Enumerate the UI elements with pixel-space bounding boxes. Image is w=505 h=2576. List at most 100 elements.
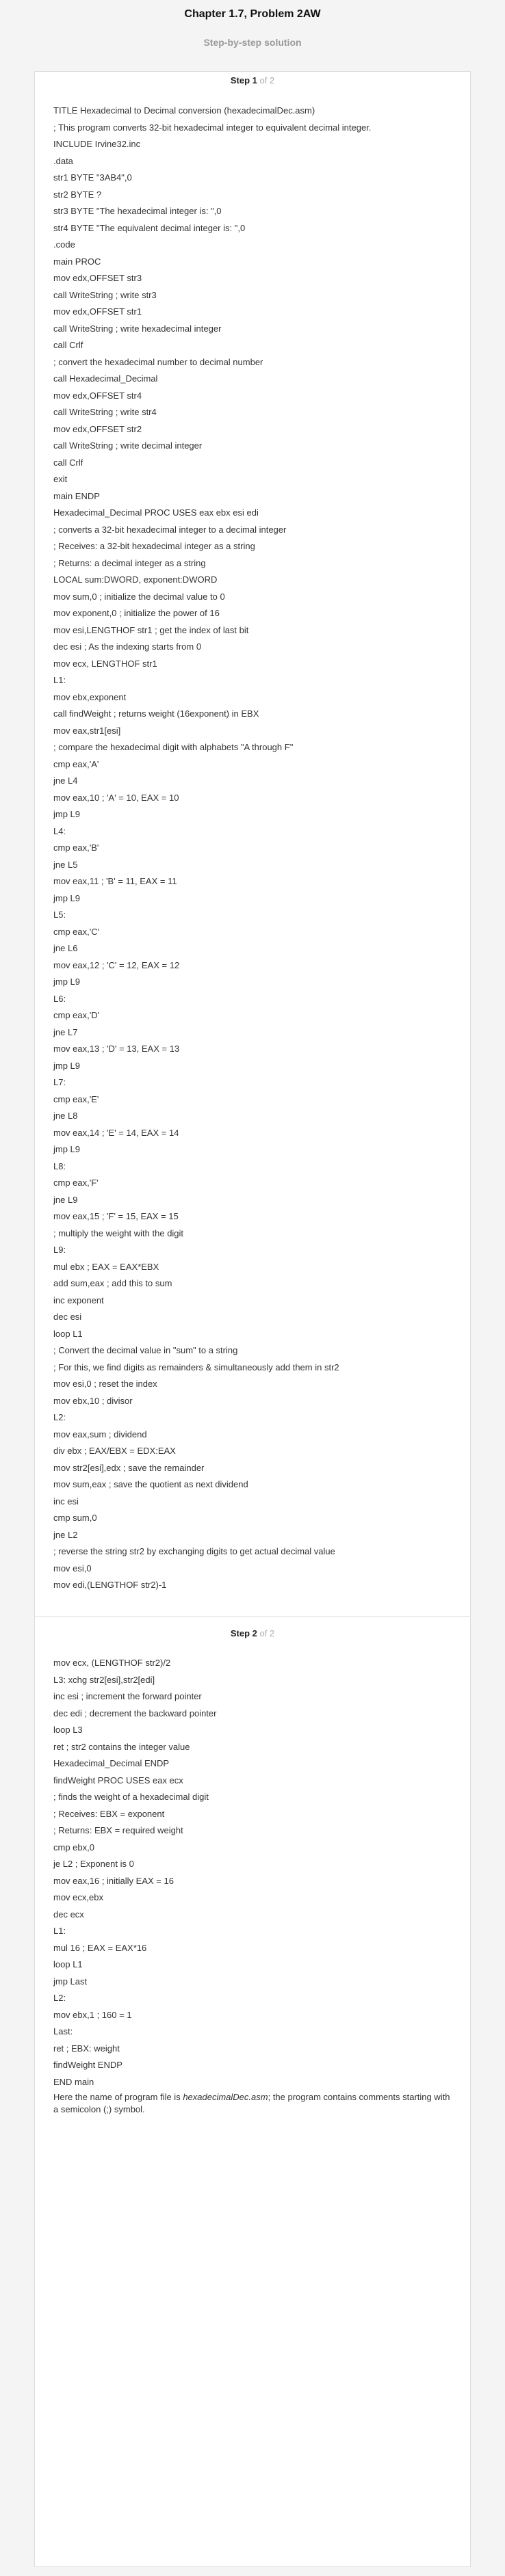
code-line: str4 BYTE "The equivalent decimal intege… <box>53 222 246 233</box>
code-line: jmp L9 <box>53 977 81 987</box>
code-line: mov edi,(LENGTHOF str2)-1 <box>53 1580 167 1590</box>
code-line: call WriteString ; write str3 <box>53 289 157 300</box>
code-line: mov eax,11 ; 'B' = 11, EAX = 11 <box>53 876 177 886</box>
code-line: str2 BYTE ? <box>53 189 102 200</box>
code-line: mov eax,sum ; dividend <box>53 1429 147 1439</box>
step-header: Step 1 of 2 <box>35 75 470 86</box>
step-label: Step 2 <box>230 1628 257 1638</box>
code-line: L2: <box>53 1993 66 2003</box>
code-line: ; converts a 32-bit hexadecimal integer … <box>53 524 287 535</box>
code-line: mov sum,0 ; initialize the decimal value… <box>53 591 225 602</box>
code-line: mov esi,0 <box>53 1563 92 1574</box>
code-line: INCLUDE Irvine32.inc <box>53 139 141 149</box>
code-line: mov edx,OFFSET str2 <box>53 423 142 434</box>
code-line: cmp eax,'B' <box>53 842 99 853</box>
note-filename: hexadecimalDec.asm <box>183 2092 268 2102</box>
code-line: call Hexadecimal_Decimal <box>53 373 158 384</box>
code-line: mov ecx, (LENGTHOF str2)/2 <box>53 1658 171 1668</box>
code-line: L3: xchg str2[esi],str2[edi] <box>53 1674 155 1685</box>
code-line: L1: <box>53 675 66 685</box>
code-line: ; finds the weight of a hexadecimal digi… <box>53 1792 209 1802</box>
code-line: L4: <box>53 825 66 836</box>
explanation-note: Here the name of program file is hexadec… <box>53 2091 457 2116</box>
code-line: findWeight PROC USES eax ecx <box>53 1775 183 1785</box>
code-line: mov ecx,ebx <box>53 1892 103 1902</box>
code-line: L2: <box>53 1412 66 1422</box>
code-line: dec edi ; decrement the backward pointer <box>53 1708 217 1718</box>
code-line: mul 16 ; EAX = EAX*16 <box>53 1942 147 1953</box>
code-line: mov sum,eax ; save the quotient as next … <box>53 1479 248 1489</box>
code-line: ; Returns: EBX = required weight <box>53 1825 183 1835</box>
code-line: L8: <box>53 1160 66 1171</box>
code-line: mov ecx, LENGTHOF str1 <box>53 658 157 669</box>
code-line: mov eax,13 ; 'D' = 13, EAX = 13 <box>53 1044 180 1054</box>
code-line: mul ebx ; EAX = EAX*EBX <box>53 1261 159 1272</box>
code-line: .code <box>53 239 75 250</box>
code-line: mov ebx,exponent <box>53 691 127 702</box>
code-line: mov edx,OFFSET str4 <box>53 390 142 401</box>
step-total: of 2 <box>257 75 275 85</box>
code-line: mov eax,16 ; initially EAX = 16 <box>53 1875 174 1886</box>
code-line: mov ebx,10 ; divisor <box>53 1395 133 1406</box>
code-line: exit <box>53 474 68 484</box>
step-divider <box>35 1616 470 1617</box>
code-line: loop L3 <box>53 1725 83 1735</box>
code-line: call WriteString ; write decimal integer <box>53 440 203 451</box>
step-label: Step 1 <box>230 75 257 85</box>
code-line: Hexadecimal_Decimal PROC USES eax ebx es… <box>53 507 259 518</box>
code-line: jne L5 <box>53 859 78 870</box>
code-line: L1: <box>53 1926 66 1936</box>
code-line: call WriteString ; write hexadecimal int… <box>53 323 222 334</box>
code-line: ret ; EBX: weight <box>53 2043 120 2054</box>
code-line: Last: <box>53 2026 73 2036</box>
code-line: mov edx,OFFSET str1 <box>53 306 142 317</box>
code-line: cmp ebx,0 <box>53 1842 94 1853</box>
note-text: Here the name of program file is <box>53 2092 183 2102</box>
solution-card: Step 1 of 2 TITLE Hexadecimal to Decimal … <box>34 71 471 2567</box>
code-line: main ENDP <box>53 490 100 501</box>
code-line: inc exponent <box>53 1294 104 1305</box>
code-line: str3 BYTE "The hexadecimal integer is: "… <box>53 206 222 216</box>
code-line: findWeight ENDP <box>53 2060 122 2070</box>
code-line: call findWeight ; returns weight (16expo… <box>53 708 259 719</box>
code-line: ; This program converts 32-bit hexadecim… <box>53 122 372 133</box>
code-line: ; reverse the string str2 by exchanging … <box>53 1546 335 1556</box>
code-line: cmp sum,0 <box>53 1513 97 1523</box>
code-line: mov str2[esi],edx ; save the remainder <box>53 1462 205 1473</box>
code-line: cmp eax,'D' <box>53 1010 100 1020</box>
code-line: mov esi,LENGTHOF str1 ; get the index of… <box>53 624 249 635</box>
code-line: mov eax,15 ; 'F' = 15, EAX = 15 <box>53 1211 179 1221</box>
code-line: jmp Last <box>53 1976 88 1987</box>
code-line: div ebx ; EAX/EBX = EDX:EAX <box>53 1446 176 1456</box>
code-line: Hexadecimal_Decimal ENDP <box>53 1758 170 1768</box>
code-line: loop L1 <box>53 1959 83 1969</box>
code-line: call Crlf <box>53 457 83 468</box>
page-header: Chapter 1.7, Problem 2AW Step-by-step so… <box>0 0 505 49</box>
code-line: .data <box>53 155 73 166</box>
code-line: jmp L9 <box>53 1060 81 1071</box>
code-line: mov exponent,0 ; initialize the power of… <box>53 608 220 618</box>
code-line: ; Returns: a decimal integer as a string <box>53 557 206 568</box>
code-line: ; Receives: EBX = exponent <box>53 1808 165 1819</box>
code-line: jmp L9 <box>53 892 81 903</box>
code-line: END main <box>53 2076 94 2087</box>
code-line: inc esi <box>53 1496 79 1506</box>
code-line: jne L6 <box>53 943 78 953</box>
code-line: inc esi ; increment the forward pointer <box>53 1691 202 1701</box>
code-line: L5: <box>53 909 66 920</box>
code-line: dec ecx <box>53 1909 84 1920</box>
code-line: jne L7 <box>53 1026 78 1037</box>
code-line: mov ebx,1 ; 160 = 1 <box>53 2009 132 2020</box>
code-line: mov edx,OFFSET str3 <box>53 273 142 283</box>
code-line: mov eax,10 ; 'A' = 10, EAX = 10 <box>53 792 179 803</box>
code-line: L6: <box>53 993 66 1004</box>
code-line: call Crlf <box>53 340 83 350</box>
code-line: dec esi ; As the indexing starts from 0 <box>53 641 202 652</box>
code-line: mov esi,0 ; reset the index <box>53 1379 157 1389</box>
code-line: dec esi <box>53 1312 82 1322</box>
code-line: mov eax,14 ; 'E' = 14, EAX = 14 <box>53 1127 179 1138</box>
code-line: L9: <box>53 1245 66 1255</box>
code-line: call WriteString ; write str4 <box>53 407 157 417</box>
code-line: ; Receives: a 32-bit hexadecimal integer… <box>53 541 255 551</box>
code-line: TITLE Hexadecimal to Decimal conversion … <box>53 105 315 116</box>
